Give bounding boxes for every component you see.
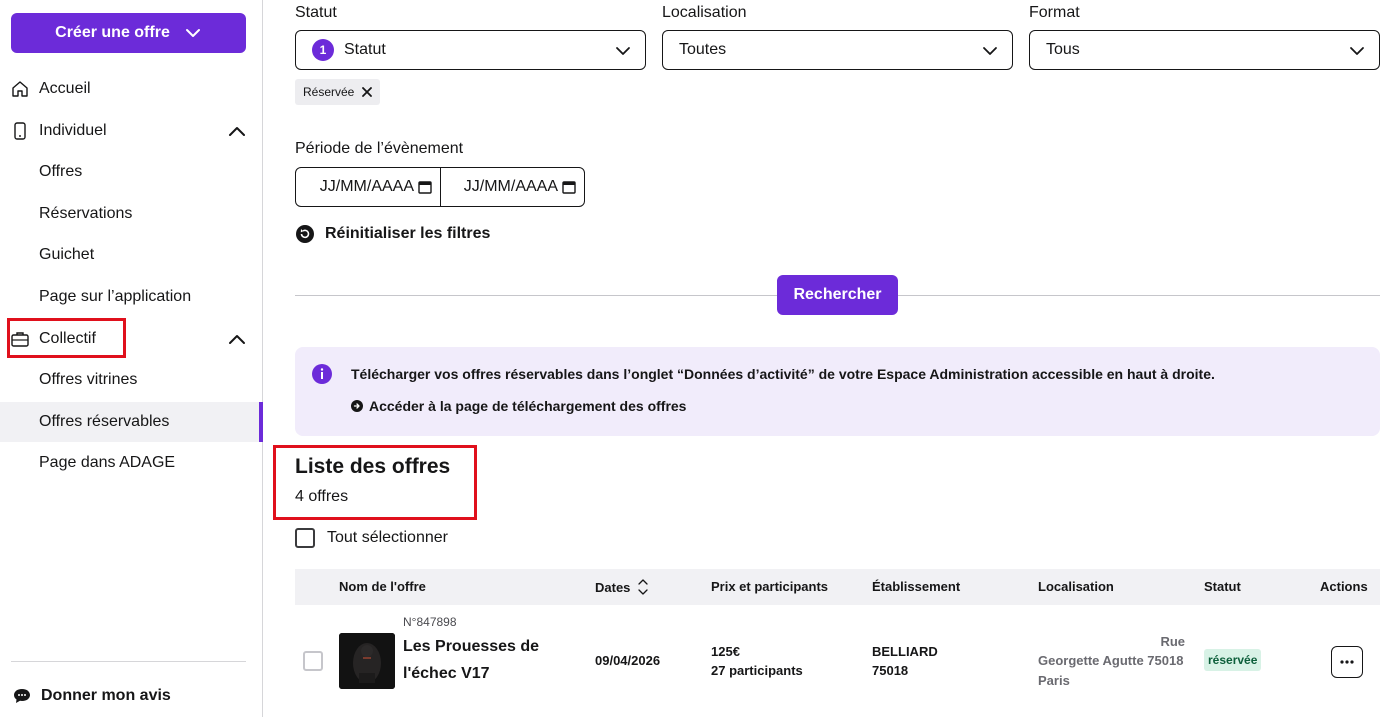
table-header: Nom de l'offre Dates Prix et participant… [295,569,1380,605]
column-header-actions: Actions [1320,579,1368,594]
sidebar-item-offres[interactable]: Offres [0,152,262,192]
date-end-input[interactable]: JJ/MM/AAAA [440,168,584,206]
offer-participants: 27 participants [711,663,803,678]
calendar-icon[interactable] [418,180,432,194]
location-filter-label: Localisation [662,4,747,21]
offer-date: 09/04/2026 [595,653,661,668]
select-all-checkbox[interactable]: Tout sélectionner [295,528,448,548]
sidebar: Créer une offre Accueil Individuel Offre… [0,0,263,717]
active-filter-tag-label: Réservée [303,85,355,99]
sidebar-item-label: Offres réservables [39,413,170,430]
sidebar-item-accueil[interactable]: Accueil [0,69,262,109]
feedback-label: Donner mon avis [41,687,171,704]
sidebar-item-label: Page sur l’application [39,288,192,305]
active-filter-tag[interactable]: Réservée [295,79,381,105]
column-header-status: Statut [1204,579,1241,594]
download-page-link[interactable]: Accéder à la page de téléchargement des … [351,398,686,414]
arrow-right-icon [351,400,363,412]
reset-filters-label: Réinitialiser les filtres [325,225,491,242]
sidebar-item-offres-vitrines[interactable]: Offres vitrines [0,360,262,400]
sidebar-item-page-adage[interactable]: Page dans ADAGE [0,443,262,483]
info-icon [312,364,332,384]
offer-name[interactable]: Les Prouesses de l'échec V17 [403,633,563,687]
reset-icon [296,225,314,243]
more-icon [1340,660,1354,664]
close-icon[interactable] [362,87,373,97]
feedback-link[interactable]: Donner mon avis [0,678,262,714]
status-count-badge: 1 [312,39,334,61]
format-select-value: Tous [1046,41,1080,58]
select-all-label: Tout sélectionner [327,529,448,546]
chevron-down-icon [983,47,997,55]
date-start-input[interactable]: JJ/MM/AAAA [296,168,440,206]
date-range: JJ/MM/AAAA JJ/MM/AAAA [295,167,585,207]
column-header-location: Localisation [1038,579,1114,594]
offer-establishment-name: BELLIARD [872,644,938,659]
sidebar-item-label: Guichet [39,246,95,263]
sidebar-item-reservations[interactable]: Réservations [0,194,262,234]
sidebar-item-label: Réservations [39,205,133,222]
offer-number: N°847898 [403,615,457,629]
chevron-up-icon[interactable] [228,123,246,139]
offer-location-line3: Paris [1038,673,1070,688]
home-icon [12,81,28,97]
download-page-link-label: Accéder à la page de téléchargement des … [369,398,687,414]
status-filter-label: Statut [295,4,337,21]
offer-price: 125€ [711,644,740,659]
table-row[interactable]: N°847898 Les Prouesses de l'échec V17 09… [295,605,1380,717]
location-select-value: Toutes [679,41,727,58]
sidebar-item-label: Accueil [39,80,91,97]
sidebar-item-label: Offres [39,163,83,180]
info-banner: Télécharger vos offres réservables dans … [295,347,1380,436]
calendar-icon[interactable] [562,180,576,194]
phone-icon [14,122,26,140]
sidebar-item-page-application[interactable]: Page sur l’application [0,277,262,317]
column-header-establishment: Établissement [872,579,961,594]
offers-count: 4 offres [295,488,349,505]
offer-location-line2: Georgette Agutte 75018 [1038,653,1184,668]
offer-image [339,633,395,689]
location-select[interactable]: Toutes [662,30,1013,70]
sidebar-item-label: Page dans ADAGE [39,454,176,471]
sort-icon[interactable] [638,579,649,595]
sidebar-item-guichet[interactable]: Guichet [0,235,262,275]
sidebar-item-label: Individuel [39,122,107,139]
column-header-dates-label: Dates [595,579,631,595]
chat-bubble-icon [14,689,30,703]
column-header-dates[interactable]: Dates [595,579,649,595]
sidebar-item-offres-reservables[interactable]: Offres réservables [0,402,263,442]
chevron-down-icon [1350,47,1364,55]
reset-filters-button[interactable]: Réinitialiser les filtres [295,222,490,246]
sidebar-item-label: Offres vitrines [39,371,138,388]
chevron-down-icon [616,47,630,55]
chevron-down-icon [185,29,200,37]
status-select-value: Statut [344,41,386,58]
row-actions-button[interactable] [1331,646,1363,678]
date-end-placeholder: JJ/MM/AAAA [463,178,558,195]
column-header-name: Nom de l'offre [339,579,426,594]
create-offer-label: Créer une offre [55,24,170,41]
column-header-price: Prix et participants [711,579,829,594]
info-message: Télécharger vos offres réservables dans … [351,366,1215,382]
period-label: Période de l’évènement [295,140,464,157]
checkbox[interactable] [295,528,315,548]
date-start-placeholder: JJ/MM/AAAA [319,178,414,195]
create-offer-button[interactable]: Créer une offre [11,13,246,53]
format-select[interactable]: Tous [1029,30,1380,70]
status-select[interactable]: 1 Statut [295,30,646,70]
offer-thumbnail [339,633,395,689]
status-badge: réservée [1204,649,1262,671]
list-title: Liste des offres [295,455,451,478]
sidebar-item-individuel[interactable]: Individuel [0,111,262,151]
main-content: Statut Localisation Format 1 Statut Tout… [263,0,1400,717]
offer-establishment-postcode: 75018 [872,663,909,678]
chevron-up-icon[interactable] [228,331,246,347]
collectif-highlight-box [7,318,126,358]
offer-location-line1: Rue [1160,634,1185,649]
row-checkbox[interactable] [303,651,323,671]
search-button[interactable]: Rechercher [777,275,898,315]
sidebar-divider [11,661,246,662]
format-filter-label: Format [1029,4,1080,21]
